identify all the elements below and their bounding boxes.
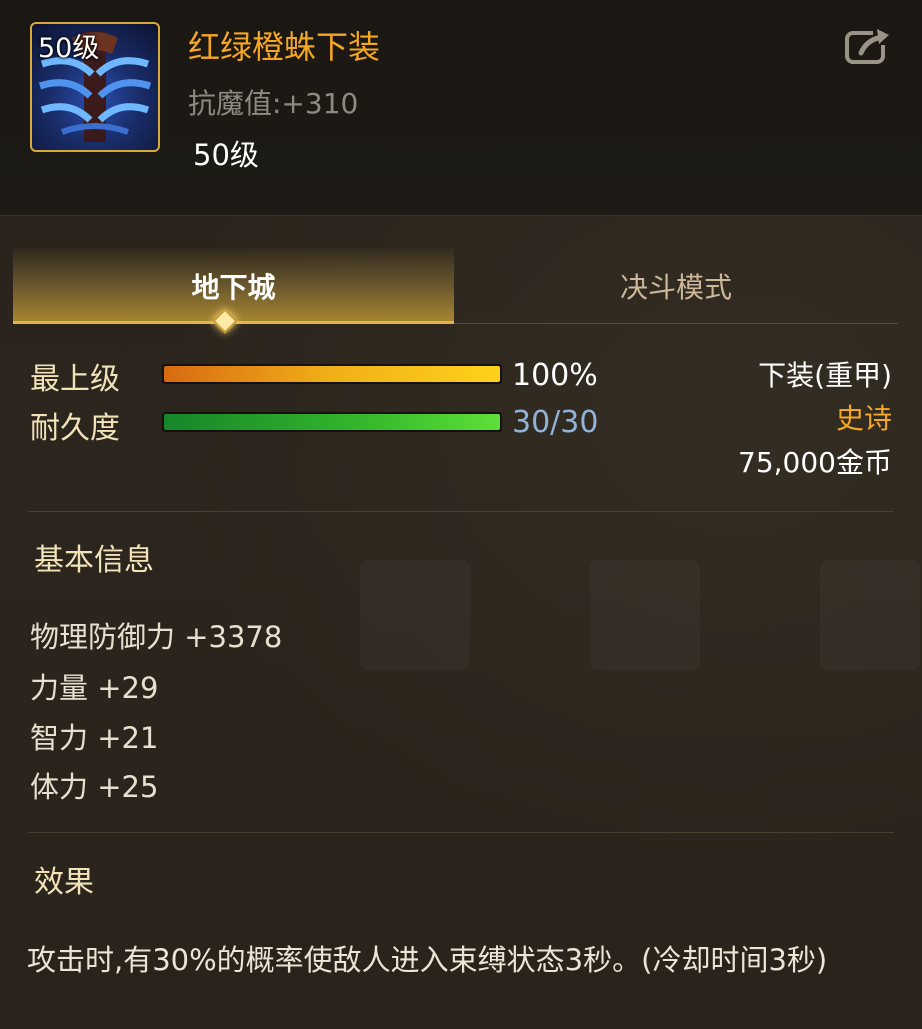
item-level: 50级 xyxy=(193,138,259,172)
durability-bar-fill xyxy=(164,414,500,430)
tab-pvp[interactable]: 决斗模式 xyxy=(454,248,898,324)
item-level-badge: 50级 xyxy=(38,33,100,64)
tab-dungeon-label: 地下城 xyxy=(191,271,276,304)
item-price: 75,000金币 xyxy=(738,446,892,479)
durability-bar xyxy=(162,412,502,432)
item-rarity: 史诗 xyxy=(835,402,892,435)
item-type: 下装(重甲) xyxy=(758,359,892,392)
item-magic-resist: 抗魔值:+310 xyxy=(188,87,359,120)
tab-dungeon[interactable]: 地下城 xyxy=(13,248,454,324)
divider xyxy=(28,832,894,833)
effect-title: 效果 xyxy=(34,865,94,900)
background-decoration xyxy=(820,560,920,670)
mode-tabs: 地下城 决斗模式 xyxy=(13,248,898,324)
attribute-line: 体力 +25 xyxy=(30,770,159,804)
item-tooltip-panel: 50级 红绿橙蛛下装 抗魔值:+310 50级 地下城 决斗模式 最上级 100… xyxy=(0,0,922,1029)
attribute-line: 物理防御力 +3378 xyxy=(30,620,283,654)
grade-bar-fill xyxy=(164,366,500,382)
attribute-line: 智力 +21 xyxy=(30,721,159,755)
item-header: 50级 红绿橙蛛下装 抗魔值:+310 50级 xyxy=(0,0,922,216)
effect-description: 攻击时,有30%的概率使敌人进入束缚状态3秒。(冷却时间3秒) xyxy=(27,943,828,977)
grade-bar xyxy=(162,364,502,384)
durability-value: 30/30 xyxy=(512,405,599,440)
item-name: 红绿橙蛛下装 xyxy=(188,28,381,66)
grade-label: 最上级 xyxy=(30,362,120,397)
background-decoration xyxy=(360,560,470,670)
basic-info-title: 基本信息 xyxy=(34,543,154,578)
background-decoration xyxy=(590,560,700,670)
divider xyxy=(28,511,894,512)
tab-pvp-label: 决斗模式 xyxy=(619,271,732,304)
attribute-line: 力量 +29 xyxy=(30,671,159,705)
durability-label: 耐久度 xyxy=(30,411,120,446)
grade-value: 100% xyxy=(512,358,598,393)
share-icon[interactable] xyxy=(845,25,893,65)
